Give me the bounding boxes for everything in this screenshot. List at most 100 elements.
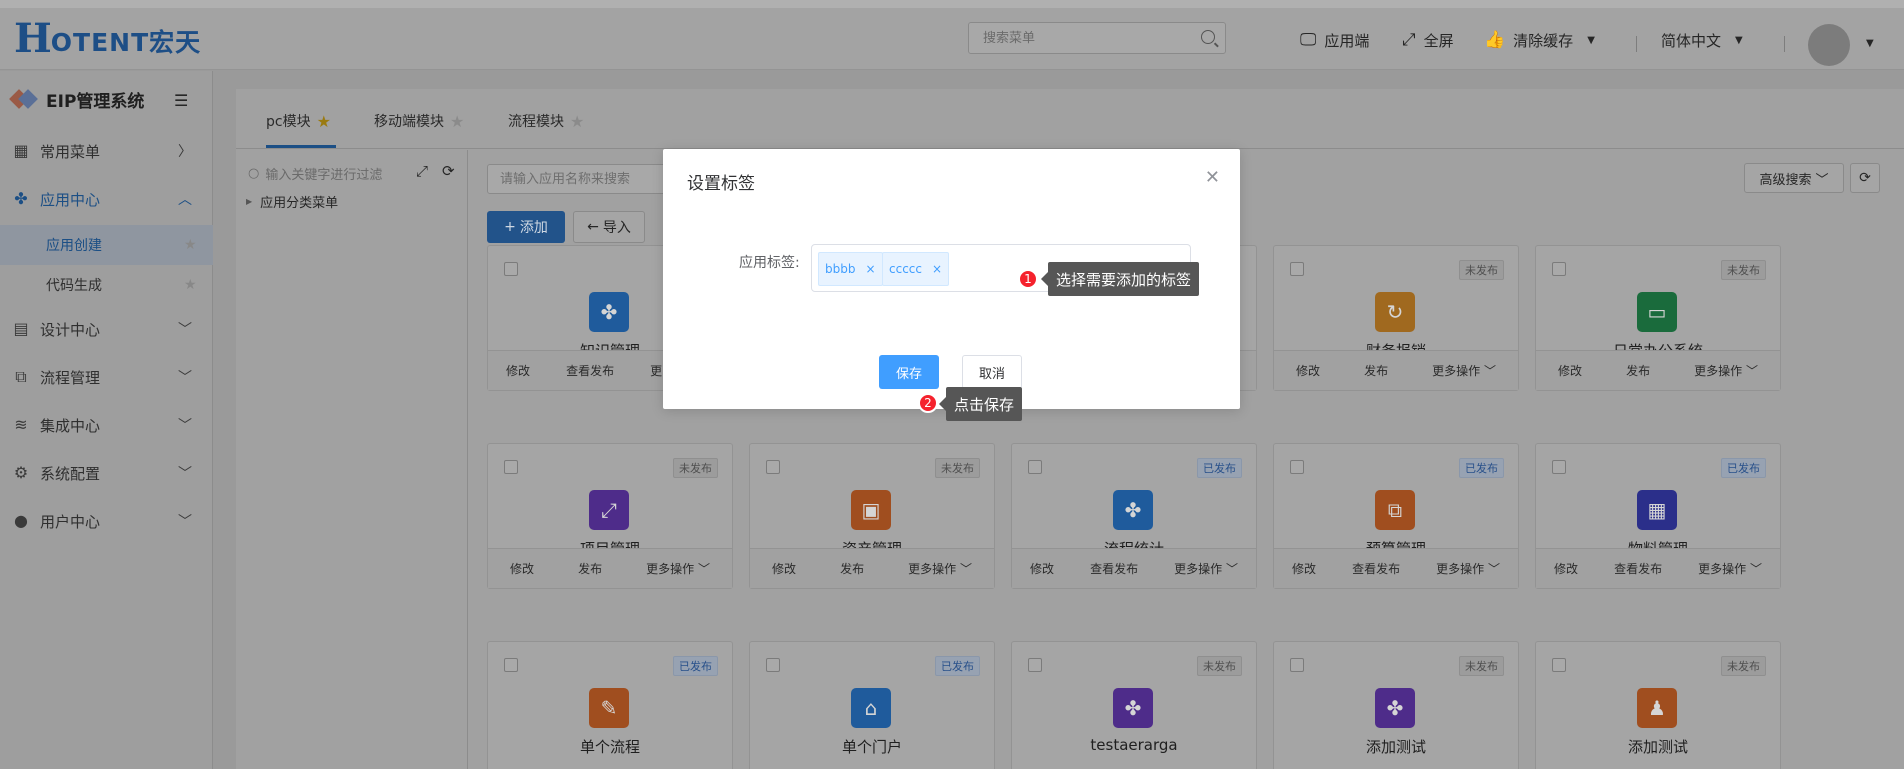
card-checkbox[interactable] bbox=[504, 658, 518, 672]
avatar-caret-icon[interactable]: ▼ bbox=[1866, 38, 1874, 49]
card-checkbox[interactable] bbox=[1552, 262, 1566, 276]
user-avatar[interactable] bbox=[1808, 24, 1850, 66]
star-icon[interactable]: ★ bbox=[570, 112, 584, 131]
more-actions-dropdown[interactable]: 更多操作 ﹀ bbox=[1698, 560, 1762, 577]
app-card[interactable]: 未发布▭日常办公系统修改发布更多操作 ﹀ bbox=[1535, 245, 1781, 391]
card-checkbox[interactable] bbox=[1290, 658, 1304, 672]
app-card[interactable]: 已发布✤流程统计修改查看发布更多操作 ﹀ bbox=[1011, 443, 1257, 589]
publish-action[interactable]: 查看发布 bbox=[1352, 560, 1400, 577]
collapse-menu-icon[interactable]: ☰ bbox=[174, 91, 188, 110]
hotent-logo[interactable]: H OTENT宏天 bbox=[14, 18, 201, 59]
advanced-search-button[interactable]: 高级搜索 ﹀ bbox=[1744, 163, 1844, 193]
app-card[interactable]: 未发布⤢项目管理修改发布更多操作 ﹀ bbox=[487, 443, 733, 589]
more-actions-dropdown[interactable]: 更多操作 ﹀ bbox=[1694, 362, 1758, 379]
sidebar-item-flow-manage[interactable]: ⧉ 流程管理 ﹀ bbox=[0, 353, 213, 401]
card-checkbox[interactable] bbox=[766, 460, 780, 474]
more-actions-dropdown[interactable]: 更多操作 ﹀ bbox=[646, 560, 710, 577]
app-card[interactable]: 未发布 ♟ 添加测试 bbox=[1535, 641, 1781, 769]
app-card[interactable]: 未发布 ✤ 添加测试 bbox=[1273, 641, 1519, 769]
more-actions-dropdown[interactable]: 更多操作 ﹀ bbox=[1174, 560, 1238, 577]
save-button[interactable]: 保存 bbox=[879, 355, 939, 389]
app-end-button[interactable]: 🖵 应用端 bbox=[1300, 28, 1369, 52]
edit-action[interactable]: 修改 bbox=[1296, 362, 1320, 379]
clear-cache-button[interactable]: 👍 清除缓存 ▼ bbox=[1484, 28, 1595, 52]
edit-action[interactable]: 修改 bbox=[1030, 560, 1054, 577]
cancel-button[interactable]: 取消 bbox=[962, 355, 1022, 389]
card-checkbox[interactable] bbox=[1290, 460, 1304, 474]
more-actions-dropdown[interactable]: 更多操作 ﹀ bbox=[1432, 362, 1496, 379]
chevron-down-icon: ﹀ bbox=[1225, 562, 1238, 576]
tab-pc-module[interactable]: pc模块 ★ bbox=[266, 111, 331, 131]
tag-remove-icon[interactable]: × bbox=[932, 262, 942, 276]
language-select[interactable]: 简体中文 ▼ bbox=[1661, 28, 1743, 52]
add-app-button[interactable]: + 添加 bbox=[487, 211, 565, 243]
expand-all-icon[interactable]: ⤢ bbox=[416, 162, 428, 180]
system-title-bar: EIP管理系统 ☰ bbox=[0, 71, 213, 127]
app-card[interactable]: 已发布⧉预算管理修改查看发布更多操作 ﹀ bbox=[1273, 443, 1519, 589]
search-icon[interactable] bbox=[1201, 30, 1215, 44]
fullscreen-button[interactable]: ⤢ 全屏 bbox=[1402, 28, 1454, 52]
publish-action[interactable]: 发布 bbox=[840, 560, 864, 577]
app-card[interactable]: 未发布 ✤ testaerarga bbox=[1011, 641, 1257, 769]
card-checkbox[interactable] bbox=[766, 658, 780, 672]
close-icon[interactable]: ✕ bbox=[1205, 167, 1220, 188]
more-actions-dropdown[interactable]: 更多操作 ﹀ bbox=[908, 560, 972, 577]
app-card[interactable]: 已发布▦物料管理修改查看发布更多操作 ﹀ bbox=[1535, 443, 1781, 589]
card-checkbox[interactable] bbox=[1552, 658, 1566, 672]
edit-action[interactable]: 修改 bbox=[1554, 560, 1578, 577]
publish-action[interactable]: 发布 bbox=[1364, 362, 1388, 379]
sidebar-item-system-config[interactable]: ⚙ 系统配置 ﹀ bbox=[0, 449, 213, 497]
import-button[interactable]: ← 导入 bbox=[573, 211, 645, 243]
app-search-box[interactable] bbox=[487, 164, 667, 194]
tab-flow-module[interactable]: 流程模块 ★ bbox=[508, 111, 584, 131]
tree-node-root[interactable]: ▶ 应用分类菜单 bbox=[246, 192, 338, 211]
sidebar-item-user-center[interactable]: ● 用户中心 ﹀ bbox=[0, 497, 213, 545]
card-checkbox[interactable] bbox=[1028, 460, 1042, 474]
edit-action[interactable]: 修改 bbox=[1558, 362, 1582, 379]
card-checkbox[interactable] bbox=[504, 460, 518, 474]
refresh-button[interactable]: ⟳ bbox=[1850, 163, 1880, 193]
sidebar-subitem-code-gen[interactable]: 代码生成 ★ bbox=[0, 265, 213, 305]
sidebar-item-app-center[interactable]: ✤ 应用中心 ︿ bbox=[0, 175, 213, 223]
app-card[interactable]: 已发布 ✎ 单个流程 bbox=[487, 641, 733, 769]
card-checkbox[interactable] bbox=[504, 262, 518, 276]
chevron-down-icon: ﹀ bbox=[1487, 562, 1500, 576]
app-glyph: ♟ bbox=[1648, 696, 1666, 720]
publish-action[interactable]: 发布 bbox=[578, 560, 602, 577]
sidebar-item-integration[interactable]: ≋ 集成中心 ﹀ bbox=[0, 401, 213, 449]
tag-remove-icon[interactable]: × bbox=[865, 262, 875, 276]
edit-action[interactable]: 修改 bbox=[506, 362, 530, 379]
caret-down-icon: ▼ bbox=[1587, 34, 1595, 46]
app-search-input[interactable] bbox=[488, 165, 666, 193]
star-icon[interactable]: ★ bbox=[450, 112, 464, 131]
app-card[interactable]: 已发布 ⌂ 单个门户 bbox=[749, 641, 995, 769]
app-name: 添加测试 bbox=[1627, 738, 1688, 756]
star-icon[interactable]: ★ bbox=[184, 237, 197, 253]
app-glyph: ✤ bbox=[600, 300, 618, 324]
card-checkbox[interactable] bbox=[1028, 658, 1042, 672]
refresh-icon[interactable]: ⟳ bbox=[442, 162, 455, 180]
caret-right-icon[interactable]: ▶ bbox=[246, 197, 252, 206]
publish-action[interactable]: 查看发布 bbox=[1614, 560, 1662, 577]
publish-action[interactable]: 发布 bbox=[1626, 362, 1650, 379]
sidebar-item-common-menu[interactable]: ▦ 常用菜单 〉 bbox=[0, 127, 213, 175]
edit-action[interactable]: 修改 bbox=[772, 560, 796, 577]
more-actions-dropdown[interactable]: 更多操作 ﹀ bbox=[1436, 560, 1500, 577]
card-checkbox[interactable] bbox=[1290, 262, 1304, 276]
app-card[interactable]: 未发布▣资产管理修改发布更多操作 ﹀ bbox=[749, 443, 995, 589]
tree-filter-input[interactable]: ○ 输入关键字进行过滤 bbox=[248, 164, 382, 183]
tab-mobile-module[interactable]: 移动端模块 ★ bbox=[374, 111, 464, 131]
add-label: 添加 bbox=[519, 220, 548, 236]
app-card[interactable]: 未发布↻财务报销修改发布更多操作 ﹀ bbox=[1273, 245, 1519, 391]
star-icon[interactable]: ★ bbox=[317, 112, 331, 131]
star-icon[interactable]: ★ bbox=[184, 277, 197, 293]
sidebar-item-design-center[interactable]: ▤ 设计中心 ﹀ bbox=[0, 305, 213, 353]
card-checkbox[interactable] bbox=[1552, 460, 1566, 474]
publish-action[interactable]: 查看发布 bbox=[566, 362, 614, 379]
edit-action[interactable]: 修改 bbox=[1292, 560, 1316, 577]
edit-action[interactable]: 修改 bbox=[510, 560, 534, 577]
menu-search-box[interactable] bbox=[968, 22, 1226, 54]
sidebar-subitem-app-create[interactable]: 应用创建 ★ bbox=[0, 225, 213, 265]
publish-action[interactable]: 查看发布 bbox=[1090, 560, 1138, 577]
menu-search-input[interactable] bbox=[969, 23, 1189, 53]
